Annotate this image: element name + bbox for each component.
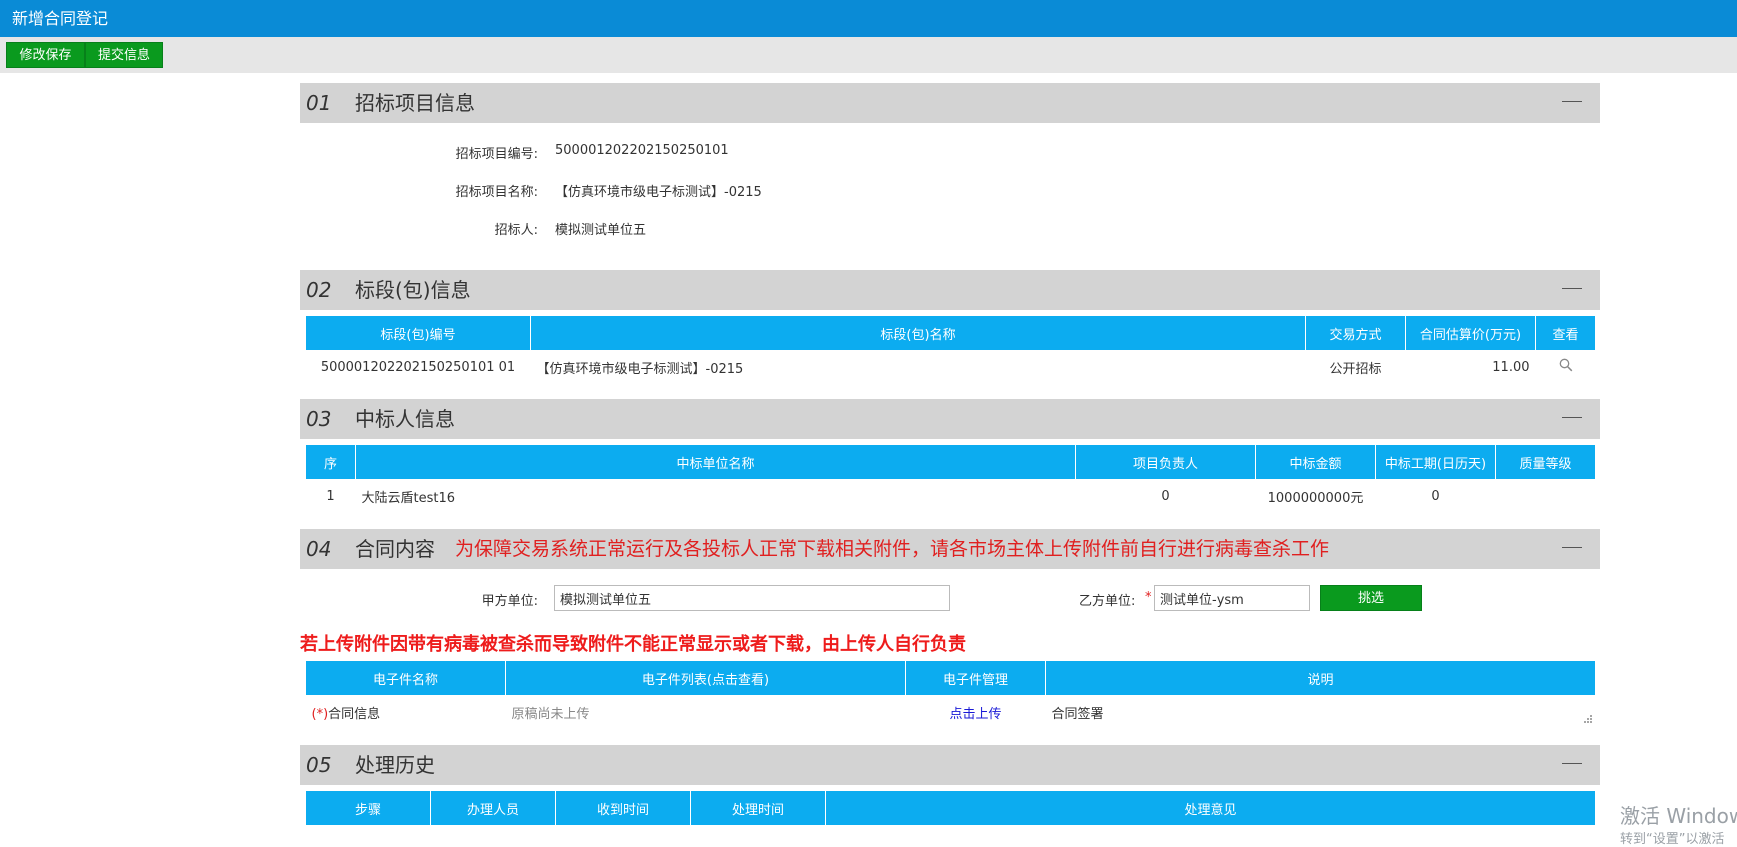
col-header: 电子件名称 [305, 661, 506, 695]
trade-method: 公开招标 [1329, 361, 1382, 377]
party-a-input[interactable] [554, 585, 950, 611]
attachment-table: 电子件名称 电子件列表(点击查看) 电子件管理 说明 (*)合同信息 原稿尚未上… [305, 661, 1596, 729]
lot-code: 500001202202150250101 01 [320, 359, 516, 375]
party-a-label: 甲方单位: [481, 594, 538, 609]
col-header: 说明 [1045, 661, 1596, 695]
attachment-list[interactable]: 原稿尚未上传 [506, 695, 906, 729]
col-header: 收到时间 [555, 791, 691, 825]
col-header: 办理人员 [430, 791, 556, 825]
collapse-icon[interactable] [1562, 763, 1582, 764]
col-header: 查看 [1535, 316, 1596, 350]
winner-amount: 1000000000元 [1267, 490, 1364, 506]
search-icon[interactable] [1559, 358, 1573, 372]
collapse-icon[interactable] [1562, 547, 1582, 548]
required-mark: * [1145, 590, 1152, 605]
col-header: 合同估算价(万元) [1405, 316, 1536, 350]
section-header-lot: 02 标段(包)信息 [300, 270, 1600, 310]
project-code-label: 招标项目编号: [455, 147, 538, 162]
activation-watermark-title: 激活 Windows [1620, 804, 1737, 828]
resize-handle-icon[interactable] [1583, 714, 1593, 724]
col-header: 中标金额 [1255, 445, 1376, 479]
winner-quality [1496, 479, 1596, 513]
section-number: 03 [306, 407, 332, 431]
tenderer-label: 招标人: [494, 223, 538, 238]
window-title: 新增合同登记 [0, 0, 1737, 37]
col-header: 处理意见 [825, 791, 1596, 825]
section-title: 合同内容 [355, 537, 435, 561]
estimated-price: 11.00 [1492, 359, 1530, 375]
upload-link[interactable]: 点击上传 [906, 695, 1046, 729]
winner-table: 序 中标单位名称 项目负责人 中标金额 中标工期(日历天) 质量等级 1 大陆云… [305, 445, 1596, 513]
table-row: (*)合同信息 原稿尚未上传 点击上传 合同签署 [306, 695, 1596, 729]
section-title: 标段(包)信息 [355, 278, 471, 302]
project-code-value: 500001202202150250101 [555, 143, 729, 158]
tenderer-value: 模拟测试单位五 [555, 223, 647, 238]
winner-name: 大陆云盾test16 [361, 490, 456, 506]
pick-button[interactable]: 挑选 [1320, 585, 1422, 611]
section-header-contract: 04 合同内容 为保障交易系统正常运行及各投标人正常下载相关附件，请各市场主体上… [300, 529, 1600, 569]
col-header: 电子件列表(点击查看) [505, 661, 906, 695]
project-name-label: 招标项目名称: [455, 185, 538, 200]
attachment-desc: 合同签署 [1051, 706, 1104, 722]
lot-table: 标段(包)编号 标段(包)名称 交易方式 合同估算价(万元) 查看 500001… [305, 316, 1596, 384]
col-header: 电子件管理 [905, 661, 1046, 695]
attachment-name-cell: (*)合同信息 [306, 695, 506, 729]
section-title: 招标项目信息 [355, 91, 475, 115]
required-mark: (*) [311, 706, 329, 722]
main-content: 01 招标项目信息 招标项目编号: 500001202202150250101 … [0, 73, 1737, 845]
col-header: 项目负责人 [1075, 445, 1256, 479]
table-row: 500001202202150250101 01 【仿真环境市级电子标测试】-0… [306, 350, 1596, 384]
collapse-icon[interactable] [1562, 101, 1582, 102]
section-number: 05 [306, 753, 332, 777]
col-header: 处理时间 [690, 791, 826, 825]
collapse-icon[interactable] [1562, 417, 1582, 418]
table-row: 1 大陆云盾test16 0 1000000000元 0 [306, 479, 1596, 513]
table-header-row: 步骤 办理人员 收到时间 处理时间 处理意见 [305, 791, 1596, 825]
party-b-label: 乙方单位: [1079, 594, 1136, 609]
section-number: 02 [306, 278, 332, 302]
col-header: 质量等级 [1495, 445, 1596, 479]
section-number: 04 [306, 537, 332, 561]
attachment-desc-cell: 合同签署 [1046, 695, 1596, 729]
col-header: 中标工期(日历天) [1375, 445, 1496, 479]
save-button[interactable]: 修改保存 [6, 42, 85, 68]
table-header-row: 标段(包)编号 标段(包)名称 交易方式 合同估算价(万元) 查看 [305, 316, 1596, 350]
submit-button[interactable]: 提交信息 [85, 42, 163, 68]
table-header-row: 电子件名称 电子件列表(点击查看) 电子件管理 说明 [305, 661, 1596, 695]
section-header-history: 05 处理历史 [300, 745, 1600, 785]
collapse-icon[interactable] [1562, 288, 1582, 289]
section-title: 中标人信息 [355, 407, 455, 431]
activation-watermark-subtitle: 转到“设置”以激活 [1620, 832, 1725, 847]
section-header-winner: 03 中标人信息 [300, 399, 1600, 439]
winner-manager: 0 [1161, 488, 1170, 504]
party-b-input[interactable] [1154, 585, 1310, 611]
table-header-row: 序 中标单位名称 项目负责人 中标金额 中标工期(日历天) 质量等级 [305, 445, 1596, 479]
col-header: 交易方式 [1305, 316, 1406, 350]
col-header: 标段(包)名称 [530, 316, 1306, 350]
section-number: 01 [306, 91, 332, 115]
virus-warning: 为保障交易系统正常运行及各投标人正常下载相关附件，请各市场主体上传附件前自行进行… [455, 538, 1330, 560]
col-header: 中标单位名称 [355, 445, 1076, 479]
attachment-name: 合同信息 [328, 706, 381, 722]
toolbar: 修改保存 提交信息 [0, 37, 1737, 73]
project-name-value: 【仿真环境市级电子标测试】-0215 [555, 185, 762, 200]
winner-seq: 1 [326, 488, 335, 504]
col-header: 步骤 [305, 791, 431, 825]
col-header: 序 [305, 445, 356, 479]
col-header: 标段(包)编号 [305, 316, 531, 350]
section-header-project: 01 招标项目信息 [300, 83, 1600, 123]
winner-period: 0 [1431, 488, 1440, 504]
lot-name: 【仿真环境市级电子标测试】-0215 [536, 361, 744, 377]
view-cell [1536, 350, 1596, 384]
upload-notice: 若上传附件因带有病毒被查杀而导致附件不能正常显示或者下载，由上传人自行负责 [300, 634, 966, 655]
history-table: 步骤 办理人员 收到时间 处理时间 处理意见 [305, 791, 1596, 825]
section-title: 处理历史 [355, 753, 435, 777]
